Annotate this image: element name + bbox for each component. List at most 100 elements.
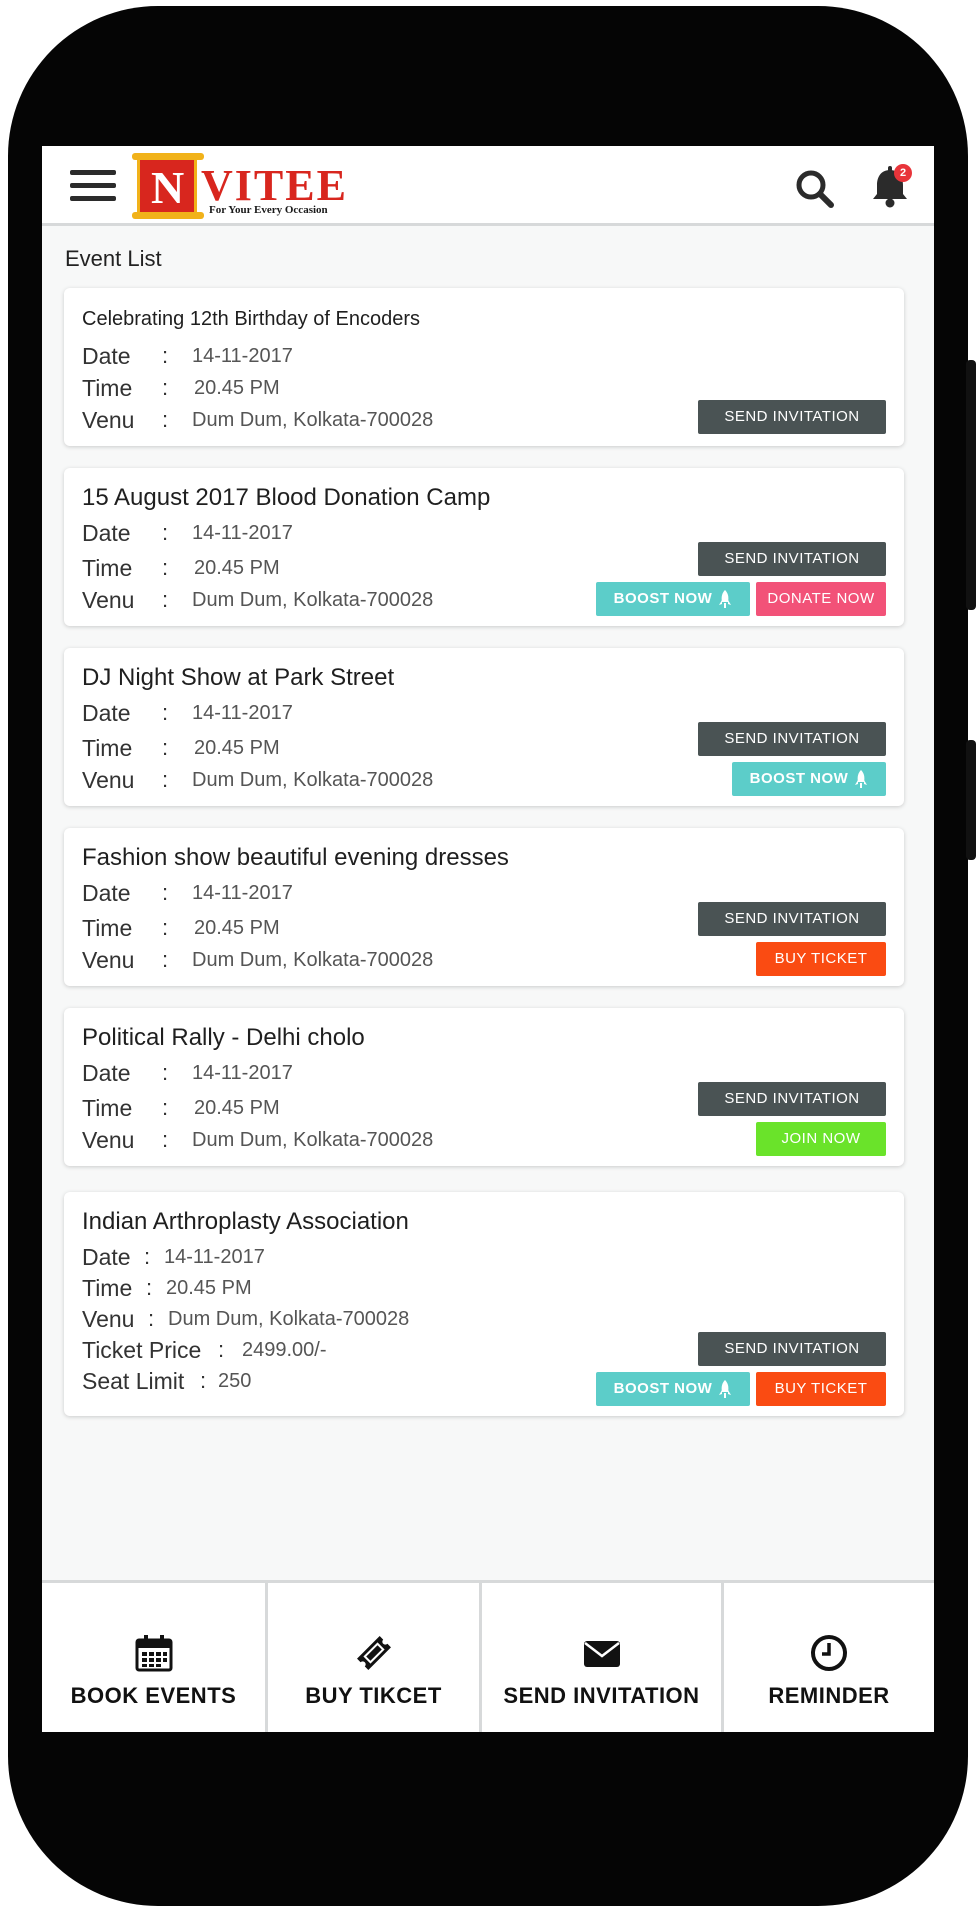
event-card[interactable]: Indian Arthroplasty Association Date : 1… [64,1192,904,1416]
separator: : [162,520,169,545]
ticket-price: 2499.00/- [242,1339,327,1361]
notification-badge: 2 [894,164,912,182]
venue-label: Venu [82,947,135,973]
separator: : [218,1337,225,1362]
boost-now-button[interactable]: BOOST NOW [596,1372,750,1406]
venue-label: Venu [82,1127,135,1153]
boost-now-button[interactable]: BOOST NOW [732,762,886,796]
separator: : [146,1275,153,1300]
separator: : [162,767,169,792]
separator: : [162,375,169,400]
date-label: Date [82,343,131,369]
time-label: Time [82,735,133,761]
event-venue: Dum Dum, Kolkata-700028 [168,1308,410,1330]
separator: : [162,880,169,905]
separator: : [162,735,169,760]
separator: : [162,1127,169,1152]
event-title: DJ Night Show at Park Street [82,664,395,691]
date-label: Date [82,880,131,906]
event-time: 20.45 PM [194,1097,280,1119]
event-card[interactable]: Celebrating 12th Birthday of Encoders Da… [64,288,904,446]
event-date: 14-11-2017 [192,882,293,904]
send-invitation-button[interactable]: SEND INVITATION [698,902,886,936]
tab-label: BOOK EVENTS [70,1683,237,1708]
app-header: N VITEE For Your Every Occasion 2 [42,146,934,226]
event-time: 20.45 PM [194,377,280,399]
event-time: 20.45 PM [194,737,280,759]
event-venue: Dum Dum, Kolkata-700028 [192,769,434,791]
event-time: 20.45 PM [194,917,280,939]
event-date: 14-11-2017 [192,1062,293,1084]
date-label: Date [82,1244,131,1270]
send-invitation-button[interactable]: SEND INVITATION [698,400,886,434]
seat-limit: 250 [218,1370,252,1392]
date-label: Date [82,520,131,546]
separator: : [144,1244,151,1269]
ticket-icon [356,1636,391,1670]
tab-buy-ticket[interactable]: BUY TIKCET [268,1583,482,1732]
event-date: 14-11-2017 [192,702,293,724]
separator: : [162,343,169,368]
date-label: Date [82,1060,131,1086]
event-date: 14-11-2017 [164,1246,265,1268]
calendar-icon [135,1635,172,1672]
tab-label: BUY TIKCET [305,1683,442,1708]
separator: : [162,1095,169,1120]
time-label: Time [82,915,133,941]
rocket-icon [719,590,732,609]
time-label: Time [82,555,133,581]
tab-reminder[interactable]: REMINDER [724,1583,934,1732]
send-invitation-button[interactable]: SEND INVITATION [698,542,886,576]
separator: : [162,947,169,972]
tab-label: REMINDER [768,1683,890,1708]
event-card[interactable]: Fashion show beautiful evening dresses D… [64,828,904,986]
tab-send-invitation[interactable]: SEND INVITATION [482,1583,724,1732]
logo-letter: N [151,162,185,213]
donate-now-button[interactable]: DONATE NOW [756,582,886,616]
clock-icon [811,1635,847,1671]
phone-power-button [966,740,976,860]
buy-ticket-button[interactable]: BUY TICKET [756,1372,886,1406]
event-card[interactable]: 15 August 2017 Blood Donation Camp Date … [64,468,904,626]
search-icon[interactable] [794,168,836,210]
venue-label: Venu [82,587,135,613]
envelope-icon [583,1641,620,1667]
event-time: 20.45 PM [194,557,280,579]
venue-label: Venu [82,407,135,433]
separator: : [200,1368,207,1393]
time-label: Time [82,375,133,401]
menu-icon[interactable] [70,170,116,202]
logo-tagline: For Your Every Occasion [209,204,328,216]
bell-icon[interactable]: 2 [870,164,912,210]
event-title: Political Rally - Delhi cholo [82,1024,365,1051]
separator: : [162,915,169,940]
app-logo[interactable]: N VITEE For Your Every Occasion [132,152,357,220]
separator: : [162,700,169,725]
app-screen: N VITEE For Your Every Occasion 2 Event … [42,146,934,1732]
event-time: 20.45 PM [166,1277,252,1299]
separator: : [162,555,169,580]
event-venue: Dum Dum, Kolkata-700028 [192,409,434,431]
event-venue: Dum Dum, Kolkata-700028 [192,1129,434,1151]
separator: : [162,587,169,612]
send-invitation-button[interactable]: SEND INVITATION [698,1082,886,1116]
event-card[interactable]: Political Rally - Delhi cholo Date : 14-… [64,1008,904,1166]
event-title: Fashion show beautiful evening dresses [82,844,509,871]
buy-ticket-button[interactable]: BUY TICKET [756,942,886,976]
seat-limit-label: Seat Limit [82,1368,185,1394]
tab-book-events[interactable]: BOOK EVENTS [42,1583,268,1732]
boost-now-button[interactable]: BOOST NOW [596,582,750,616]
event-title: Celebrating 12th Birthday of Encoders [82,308,420,330]
rocket-icon [855,770,868,789]
event-date: 14-11-2017 [192,345,293,367]
phone-volume-button [966,360,976,610]
ticket-price-label: Ticket Price [82,1337,202,1363]
join-now-button[interactable]: JOIN NOW [756,1122,886,1156]
event-card[interactable]: DJ Night Show at Park Street Date : 14-1… [64,648,904,806]
send-invitation-button[interactable]: SEND INVITATION [698,722,886,756]
rocket-icon [719,1380,732,1399]
separator: : [148,1306,155,1331]
boost-now-label: BOOST NOW [613,590,713,607]
send-invitation-button[interactable]: SEND INVITATION [698,1332,886,1366]
event-title: 15 August 2017 Blood Donation Camp [82,484,491,511]
